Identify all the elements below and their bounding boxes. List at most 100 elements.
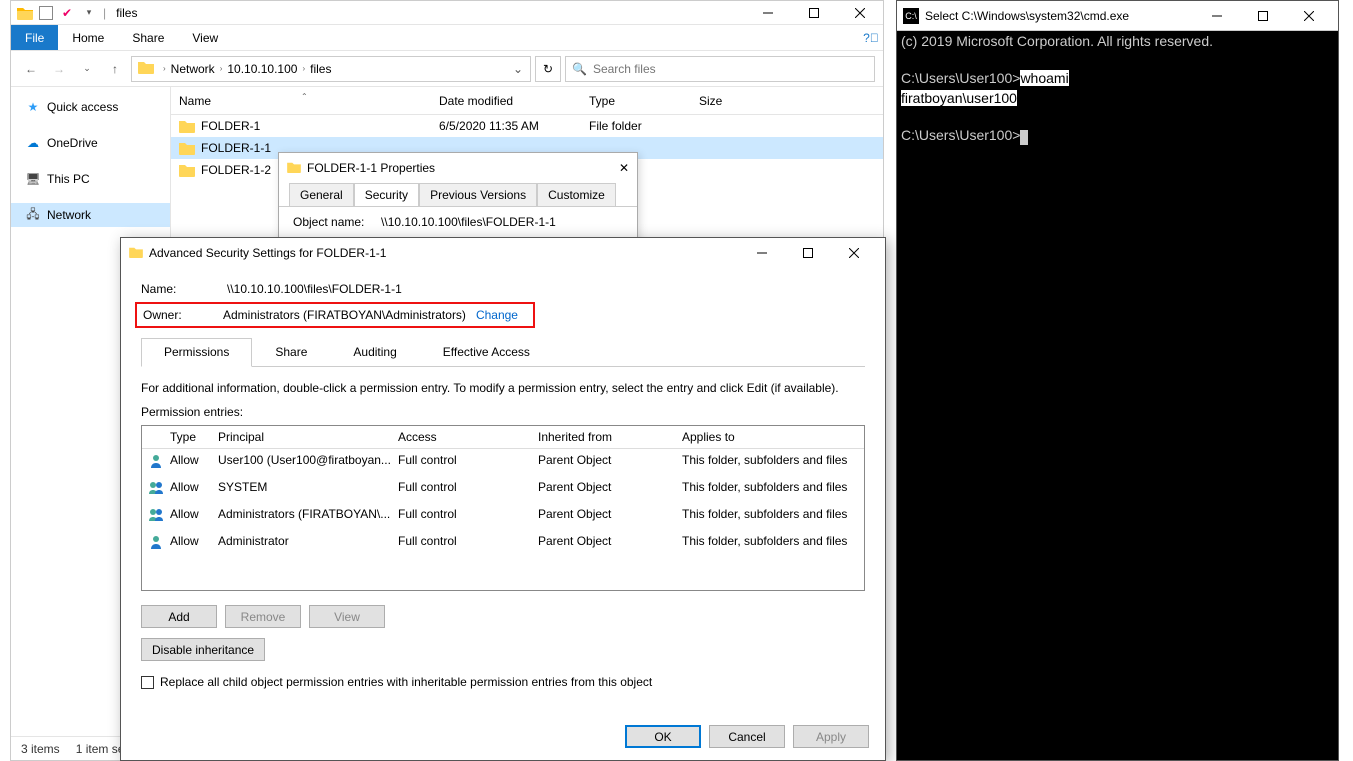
tab-permissions[interactable]: Permissions bbox=[141, 338, 252, 367]
cmd-window: C:\ Select C:\Windows\system32\cmd.exe (… bbox=[896, 0, 1339, 761]
add-button[interactable]: Add bbox=[141, 605, 217, 628]
owner-value: Administrators (FIRATBOYAN\Administrator… bbox=[223, 308, 466, 322]
breadcrumb[interactable]: › Network › 10.10.10.100 › files ⌄ bbox=[131, 56, 531, 82]
status-selected-count: 1 item se bbox=[76, 742, 125, 756]
disable-inheritance-button[interactable]: Disable inheritance bbox=[141, 638, 265, 661]
network-icon: 🖧 bbox=[25, 207, 41, 223]
name-value: \\10.10.10.100\files\FOLDER-1-1 bbox=[227, 282, 402, 296]
sidebar-network[interactable]: 🖧 Network bbox=[11, 203, 170, 227]
col-principal[interactable]: Principal bbox=[218, 430, 398, 444]
file-row[interactable]: FOLDER-16/5/2020 11:35 AMFile folder bbox=[171, 115, 883, 137]
permission-row[interactable]: AllowAdministrators (FIRATBOYAN\...Full … bbox=[142, 503, 864, 530]
search-input[interactable] bbox=[593, 62, 868, 76]
tab-share[interactable]: Share bbox=[252, 338, 330, 366]
sidebar-quick-access[interactable]: ★Quick access bbox=[11, 95, 170, 119]
breadcrumb-folder[interactable]: files bbox=[308, 62, 333, 76]
tab-general[interactable]: General bbox=[289, 183, 354, 206]
col-type[interactable]: Type bbox=[170, 430, 218, 444]
minimize-button[interactable] bbox=[745, 1, 791, 25]
column-type[interactable]: Type bbox=[581, 94, 691, 108]
forward-button[interactable]: → bbox=[47, 57, 71, 81]
permission-row[interactable]: AllowSYSTEMFull controlParent ObjectThis… bbox=[142, 476, 864, 503]
star-icon: ★ bbox=[25, 99, 41, 115]
close-button[interactable] bbox=[837, 1, 883, 25]
refresh-button[interactable]: ↻ bbox=[535, 56, 561, 82]
close-button[interactable] bbox=[1286, 1, 1332, 31]
qat-dropdown-icon[interactable]: ▾ bbox=[81, 5, 97, 21]
save-qat-icon[interactable] bbox=[39, 6, 53, 20]
maximize-button[interactable] bbox=[785, 241, 831, 265]
tab-auditing[interactable]: Auditing bbox=[330, 338, 419, 366]
cursor bbox=[1020, 130, 1028, 145]
minimize-button[interactable] bbox=[739, 241, 785, 265]
close-button[interactable]: ✕ bbox=[619, 161, 629, 175]
dialog-title: FOLDER-1-1 Properties bbox=[307, 161, 435, 175]
column-date[interactable]: Date modified bbox=[431, 94, 581, 108]
dialog-title: Advanced Security Settings for FOLDER-1-… bbox=[149, 246, 386, 260]
cloud-icon: ☁ bbox=[25, 135, 41, 151]
cmd-command: whoami bbox=[1020, 70, 1068, 86]
breadcrumb-network[interactable]: Network bbox=[169, 62, 217, 76]
cmd-prompt: C:\Users\User100> bbox=[901, 70, 1020, 86]
breadcrumb-dropdown[interactable]: ⌄ bbox=[508, 62, 528, 76]
maximize-button[interactable] bbox=[791, 1, 837, 25]
info-text: For additional information, double-click… bbox=[141, 381, 865, 395]
column-name[interactable]: Name⌃ bbox=[171, 94, 431, 108]
remove-button[interactable]: Remove bbox=[225, 605, 301, 628]
tab-view[interactable]: View bbox=[178, 25, 232, 50]
owner-highlight-box: Owner: Administrators (FIRATBOYAN\Admini… bbox=[135, 302, 535, 328]
advanced-security-dialog: Advanced Security Settings for FOLDER-1-… bbox=[120, 237, 886, 761]
sidebar-this-pc[interactable]: 🖥This PC bbox=[11, 167, 170, 191]
cancel-button[interactable]: Cancel bbox=[709, 725, 785, 748]
apply-button[interactable]: Apply bbox=[793, 725, 869, 748]
tab-file[interactable]: File bbox=[11, 25, 58, 50]
permission-row[interactable]: AllowUser100 (User100@firatboyan...Full … bbox=[142, 449, 864, 476]
cmd-terminal[interactable]: (c) 2019 Microsoft Corporation. All righ… bbox=[897, 31, 1338, 148]
maximize-button[interactable] bbox=[1240, 1, 1286, 31]
up-button[interactable]: ↑ bbox=[103, 57, 127, 81]
ok-button[interactable]: OK bbox=[625, 725, 701, 748]
close-button[interactable] bbox=[831, 241, 877, 265]
cmd-title: Select C:\Windows\system32\cmd.exe bbox=[925, 9, 1129, 23]
tab-home[interactable]: Home bbox=[58, 25, 118, 50]
column-size[interactable]: Size bbox=[691, 94, 763, 108]
window-title: files bbox=[116, 6, 137, 20]
folder-icon bbox=[17, 5, 33, 21]
cmd-icon: C:\ bbox=[903, 8, 919, 24]
breadcrumb-host[interactable]: 10.10.10.100 bbox=[225, 62, 299, 76]
cmd-line: (c) 2019 Microsoft Corporation. All righ… bbox=[901, 33, 1213, 49]
tab-customize[interactable]: Customize bbox=[537, 183, 616, 206]
permissions-table: Type Principal Access Inherited from App… bbox=[141, 425, 865, 591]
object-name-value: \\10.10.10.100\files\FOLDER-1-1 bbox=[381, 215, 556, 229]
search-box[interactable]: 🔍 bbox=[565, 56, 875, 82]
replace-label: Replace all child object permission entr… bbox=[160, 675, 652, 689]
replace-checkbox[interactable] bbox=[141, 676, 154, 689]
help-icon[interactable]: ?⃝ bbox=[859, 25, 883, 50]
cmd-title-bar: C:\ Select C:\Windows\system32\cmd.exe bbox=[897, 1, 1338, 31]
search-icon: 🔍 bbox=[572, 62, 587, 76]
title-separator: | bbox=[103, 6, 106, 20]
object-name-label: Object name: bbox=[293, 215, 364, 229]
nav-bar: ← → ⌄ ↑ › Network › 10.10.10.100 › files… bbox=[11, 51, 883, 87]
check-qat-icon[interactable]: ✔ bbox=[59, 5, 75, 21]
col-applies[interactable]: Applies to bbox=[682, 430, 858, 444]
pc-icon: 🖥 bbox=[25, 171, 41, 187]
tab-security[interactable]: Security bbox=[354, 183, 419, 206]
permission-row[interactable]: AllowAdministratorFull controlParent Obj… bbox=[142, 530, 864, 557]
tab-previous-versions[interactable]: Previous Versions bbox=[419, 183, 537, 206]
permissions-label: Permission entries: bbox=[141, 405, 865, 419]
cmd-output: firatboyan\user100 bbox=[901, 90, 1017, 106]
recent-dropdown[interactable]: ⌄ bbox=[75, 57, 99, 81]
minimize-button[interactable] bbox=[1194, 1, 1240, 31]
tab-share[interactable]: Share bbox=[118, 25, 178, 50]
sidebar-onedrive[interactable]: ☁OneDrive bbox=[11, 131, 170, 155]
change-owner-link[interactable]: Change bbox=[476, 308, 518, 322]
cmd-prompt: C:\Users\User100> bbox=[901, 127, 1020, 143]
sidebar-label: Network bbox=[47, 208, 91, 222]
name-label: Name: bbox=[141, 282, 227, 296]
back-button[interactable]: ← bbox=[19, 57, 43, 81]
tab-effective-access[interactable]: Effective Access bbox=[420, 338, 553, 366]
view-button[interactable]: View bbox=[309, 605, 385, 628]
col-inherited[interactable]: Inherited from bbox=[538, 430, 682, 444]
col-access[interactable]: Access bbox=[398, 430, 538, 444]
